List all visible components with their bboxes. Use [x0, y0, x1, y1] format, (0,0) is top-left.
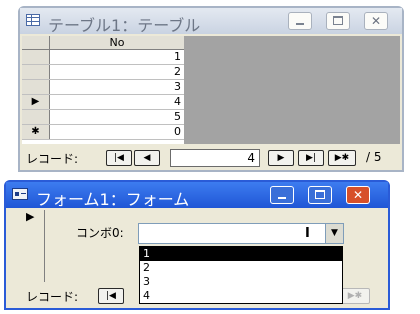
- combo-option-label: 2: [143, 261, 150, 274]
- combo-option-label: 4: [143, 289, 150, 302]
- table-cell-no[interactable]: 4: [50, 95, 184, 109]
- close-button[interactable]: ✕: [364, 12, 388, 30]
- table-icon: [26, 14, 40, 26]
- combo-option-label: 3: [143, 275, 150, 288]
- table-window-titlebar[interactable]: テーブル1：テーブル ✕: [20, 8, 402, 35]
- previous-record-icon: ◀: [143, 153, 151, 163]
- form-record-label: レコード:: [26, 290, 79, 304]
- datasheet-grid: No 1 2 3 ▶ 4 5 ✱ 0: [22, 36, 184, 144]
- table-row[interactable]: 5: [22, 110, 184, 125]
- last-record-icon: ▶|: [306, 153, 316, 163]
- form-window: フォーム1：フォーム ✕ ▶ コンボ0: I ▼ レコード: |◀ ▶✱ 1 2…: [4, 180, 390, 310]
- next-record-button[interactable]: ▶: [268, 150, 294, 166]
- table-cell-value: 5: [174, 110, 181, 123]
- combo-box[interactable]: I ▼: [138, 223, 344, 244]
- new-record-icon: ▶✱: [334, 153, 350, 163]
- combo-option[interactable]: 2: [140, 261, 342, 275]
- new-record-icon: ▶✱: [347, 291, 363, 301]
- table-row[interactable]: 2: [22, 65, 184, 80]
- table-rows: 1 2 3 ▶ 4 5 ✱ 0: [22, 50, 184, 140]
- combo-option-label: 1: [143, 247, 150, 260]
- form-body: ▶ コンボ0: I ▼ レコード: |◀ ▶✱ 1234: [8, 210, 386, 306]
- table-cell-value: 1: [174, 50, 181, 63]
- maximize-button[interactable]: [326, 12, 350, 30]
- first-record-icon: |◀: [106, 291, 116, 301]
- record-selector[interactable]: [22, 65, 50, 79]
- select-all-corner[interactable]: [22, 36, 50, 50]
- combo-dropdown-button[interactable]: ▼: [325, 224, 343, 243]
- previous-record-button[interactable]: ◀: [134, 150, 160, 166]
- next-record-icon: ▶: [277, 153, 285, 163]
- record-selector[interactable]: [22, 110, 50, 124]
- table-cell-no[interactable]: 3: [50, 80, 184, 94]
- column-header-no[interactable]: No: [50, 36, 184, 50]
- maximize-icon: [315, 190, 325, 199]
- form-maximize-button[interactable]: [308, 186, 332, 204]
- first-record-button[interactable]: |◀: [106, 150, 132, 166]
- table-row[interactable]: ✱ 0: [22, 125, 184, 140]
- table-cell-no[interactable]: 1: [50, 50, 184, 64]
- table-cell-value: 2: [174, 65, 181, 78]
- table-window: テーブル1：テーブル ✕ No 1 2 3 ▶ 4 5 ✱ 0 レコード: |◀ ◀ 4: [18, 6, 404, 172]
- record-selector[interactable]: ✱: [22, 125, 50, 139]
- record-selector[interactable]: ▶: [22, 95, 50, 109]
- datasheet: No 1 2 3 ▶ 4 5 ✱ 0: [22, 36, 400, 144]
- table-cell-no[interactable]: 0: [50, 125, 184, 139]
- table-row[interactable]: ▶ 4: [22, 95, 184, 110]
- minimize-icon: [278, 197, 286, 199]
- table-cell-no[interactable]: 5: [50, 110, 184, 124]
- current-record-field[interactable]: 4: [170, 149, 260, 167]
- chevron-down-icon: ▼: [331, 228, 338, 238]
- maximize-icon: [333, 16, 343, 25]
- table-window-title: テーブル1：テーブル: [48, 16, 201, 35]
- column-header-label: No: [109, 36, 125, 49]
- table-cell-value: 3: [174, 80, 181, 93]
- minimize-icon: [296, 23, 304, 25]
- record-selector-symbol: ✱: [31, 126, 40, 137]
- table-row[interactable]: 3: [22, 80, 184, 95]
- form-minimize-button[interactable]: [270, 186, 294, 204]
- record-label: レコード:: [26, 152, 79, 166]
- form-window-titlebar[interactable]: フォーム1：フォーム ✕: [6, 182, 388, 209]
- form-new-record-button[interactable]: ▶✱: [340, 288, 370, 304]
- record-selector-symbol: ▶: [31, 96, 40, 107]
- table-cell-no[interactable]: 2: [50, 65, 184, 79]
- current-record-value: 4: [247, 151, 255, 165]
- table-row[interactable]: 1: [22, 50, 184, 65]
- table-cell-value: 4: [174, 95, 181, 108]
- close-icon: ✕: [370, 14, 382, 28]
- minimize-button[interactable]: [288, 12, 312, 30]
- form-icon: [12, 188, 28, 200]
- new-record-button[interactable]: ▶✱: [328, 150, 356, 166]
- combo-dropdown-list: 1234: [139, 246, 343, 304]
- combo-option[interactable]: 1: [140, 247, 342, 261]
- record-selector-bar[interactable]: ▶: [22, 210, 45, 282]
- text-cursor: I: [305, 226, 310, 241]
- record-selector[interactable]: [22, 50, 50, 64]
- current-record-arrow-icon: ▶: [26, 210, 35, 223]
- combo-label: コンボ0:: [76, 226, 124, 240]
- form-first-record-button[interactable]: |◀: [98, 288, 124, 304]
- combo-option[interactable]: 4: [140, 289, 342, 303]
- form-window-title: フォーム1：フォーム: [36, 190, 190, 209]
- table-cell-value: 0: [174, 125, 181, 138]
- total-records: / 5: [366, 150, 382, 164]
- close-icon: ✕: [352, 188, 364, 202]
- record-navigator: レコード: |◀ ◀ 4 ▶ ▶| ▶✱ / 5: [22, 148, 400, 168]
- last-record-button[interactable]: ▶|: [298, 150, 324, 166]
- combo-option[interactable]: 3: [140, 275, 342, 289]
- form-close-button[interactable]: ✕: [346, 186, 370, 204]
- record-selector[interactable]: [22, 80, 50, 94]
- first-record-icon: |◀: [114, 153, 124, 163]
